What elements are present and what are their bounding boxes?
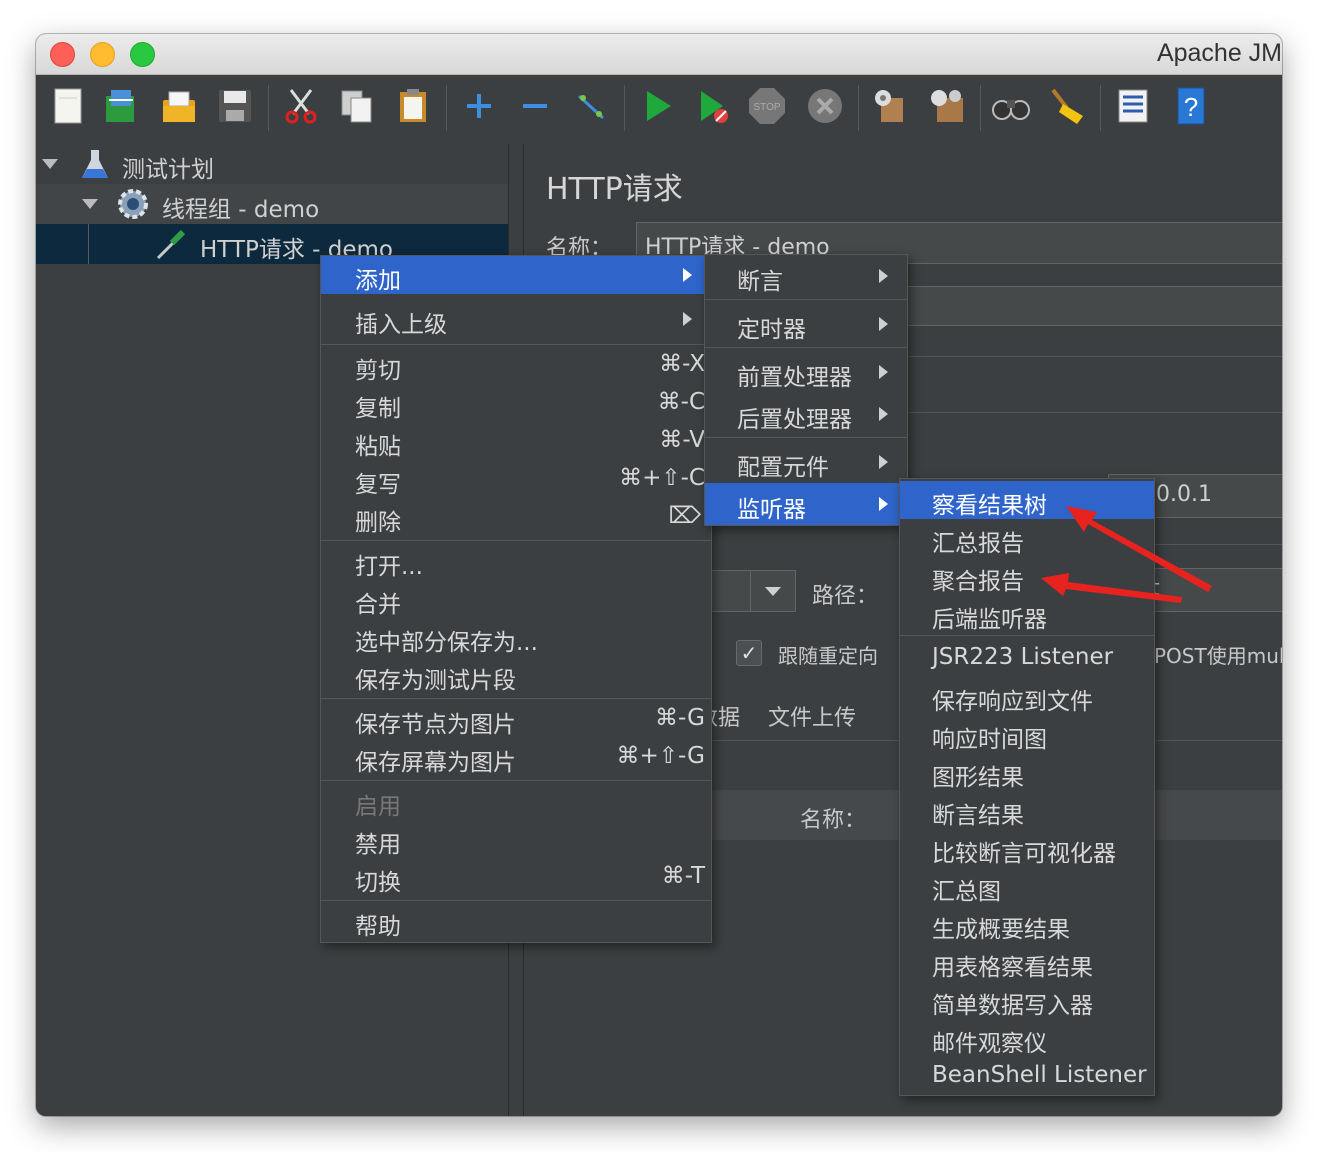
paste-icon[interactable] (392, 85, 434, 127)
menu-item-delete[interactable]: 删除 ⌦ (321, 498, 711, 536)
chevron-right-icon (879, 497, 888, 511)
chevron-right-icon (879, 365, 888, 379)
submenu-item-pre-processors[interactable]: 前置处理器 (705, 353, 907, 391)
listener-item-assertion-results[interactable]: 断言结果 (900, 791, 1154, 829)
open-icon[interactable] (158, 85, 200, 127)
submenu-item-assertions[interactable]: 断言 (705, 257, 907, 295)
menu-item-cut[interactable]: 剪切 ⌘-X (321, 346, 711, 384)
listener-item-simple-data-writer[interactable]: 简单数据写入器 (900, 981, 1154, 1019)
tree-node-test-plan[interactable]: 测试计划 (36, 144, 508, 184)
listener-item-view-results-table[interactable]: 用表格察看结果 (900, 943, 1154, 981)
chevron-right-icon (683, 268, 692, 282)
menu-item-duplicate[interactable]: 复写 ⌘+⇧-C (321, 460, 711, 498)
search-icon[interactable] (990, 85, 1032, 127)
panel-title: HTTP请求 (546, 172, 683, 207)
collapse-icon[interactable] (514, 85, 556, 127)
menu-item-paste[interactable]: 粘贴 ⌘-V (321, 422, 711, 460)
gear-icon (116, 187, 150, 221)
tree-node-thread-group[interactable]: 线程组 - demo (36, 184, 508, 224)
new-icon[interactable] (48, 85, 90, 127)
function-helper-icon[interactable] (1112, 85, 1154, 127)
submenu-item-post-processors[interactable]: 后置处理器 (705, 395, 907, 433)
stop-icon[interactable]: STOP (746, 85, 788, 127)
listener-item-graph-results[interactable]: 图形结果 (900, 753, 1154, 791)
window-title: Apache JM (1156, 39, 1282, 67)
path-label: 路径： (812, 584, 879, 609)
listener-item-summary-report[interactable]: 汇总报告 (900, 519, 1154, 557)
listener-item-aggregate-report[interactable]: 聚合报告 (900, 557, 1154, 595)
flask-icon (78, 147, 112, 181)
context-menu: 添加 插入上级 剪切 ⌘-X 复制 ⌘-C 粘贴 ⌘-V 复写 ⌘+⇧-C 删除 ⌦ 打开… (320, 255, 712, 943)
tab-file-upload[interactable]: 文件上传 (768, 700, 856, 732)
menu-item-disable[interactable]: 禁用 (321, 820, 711, 858)
listener-item-view-results-tree[interactable]: 察看结果树 (900, 481, 1154, 519)
menu-item-enable: 启用 (355, 794, 401, 820)
help-icon[interactable]: ? (1170, 85, 1212, 127)
svg-text:?: ? (1184, 92, 1198, 122)
menu-item-save-as-test-fragment[interactable]: 保存为测试片段 (321, 656, 711, 694)
copy-icon[interactable] (336, 85, 378, 127)
submenu-item-listeners[interactable]: 监听器 (705, 483, 907, 525)
title-bar: Apache JM (36, 34, 1282, 75)
menu-item-insert-parent[interactable]: 插入上级 (321, 300, 711, 338)
start-no-pause-icon[interactable] (692, 85, 734, 127)
templates-icon[interactable] (100, 85, 142, 127)
add-submenu: 断言 定时器 前置处理器 后置处理器 配置元件 监听器 (704, 254, 908, 526)
menu-item-save-selection-as[interactable]: 选中部分保存为... (321, 618, 711, 656)
menu-item-copy[interactable]: 复制 ⌘-C (321, 384, 711, 422)
toggle-icon[interactable] (570, 85, 612, 127)
listener-item-mailer-visualizer[interactable]: 邮件观察仪 (900, 1019, 1154, 1057)
post-multipart-label: POST使用mult (1154, 644, 1282, 668)
pipette-icon (154, 227, 188, 261)
menu-item-help[interactable]: 帮助 (321, 902, 711, 940)
chevron-down-icon[interactable] (750, 571, 795, 611)
menu-item-add[interactable]: 添加 (321, 256, 711, 294)
expand-triangle-icon[interactable] (82, 199, 98, 209)
chevron-right-icon (879, 407, 888, 421)
chevron-right-icon (683, 312, 692, 326)
maximize-window-button[interactable] (130, 42, 155, 67)
minimize-window-button[interactable] (90, 42, 115, 67)
start-icon[interactable] (636, 85, 678, 127)
svg-text:STOP: STOP (753, 102, 780, 113)
listener-item-jsr223[interactable]: JSR223 Listener (900, 639, 1154, 677)
listener-item-backend-listener[interactable]: 后端监听器 (900, 595, 1154, 633)
reset-search-icon[interactable] (1046, 85, 1088, 127)
follow-redirect-label: 跟随重定向 (778, 644, 878, 668)
menu-item-save-screen-as-image[interactable]: 保存屏幕为图片 ⌘+⇧-G (321, 738, 711, 776)
cut-icon[interactable] (280, 85, 322, 127)
chevron-right-icon (879, 317, 888, 331)
expand-icon[interactable] (458, 85, 500, 127)
close-window-button[interactable] (50, 42, 75, 67)
save-icon[interactable] (214, 85, 256, 127)
server-ip-value: .0.0.1 (1149, 482, 1212, 507)
toolbar: STOP ? (36, 75, 1282, 143)
listener-item-response-time-graph[interactable]: 响应时间图 (900, 715, 1154, 753)
parameter-name-header: 名称： (800, 808, 867, 833)
chevron-right-icon (879, 455, 888, 469)
expand-triangle-icon[interactable] (42, 159, 58, 169)
menu-item-save-node-as-image[interactable]: 保存节点为图片 ⌘-G (321, 700, 711, 738)
tree-label-thread-group: 线程组 - demo (162, 197, 320, 223)
submenu-item-config-elements[interactable]: 配置元件 (705, 443, 907, 481)
menu-item-open[interactable]: 打开... (321, 542, 711, 580)
listener-submenu: 察看结果树 汇总报告 聚合报告 后端监听器 JSR223 Listener 保存… (899, 478, 1155, 1096)
listener-item-aggregate-graph[interactable]: 汇总图 (900, 867, 1154, 905)
listener-item-save-responses[interactable]: 保存响应到文件 (900, 677, 1154, 715)
menu-item-merge[interactable]: 合并 (321, 580, 711, 618)
clear-all-icon[interactable] (926, 85, 968, 127)
chevron-right-icon (879, 269, 888, 283)
tree-label-test-plan: 测试计划 (122, 157, 214, 183)
shutdown-icon[interactable] (804, 85, 846, 127)
clear-icon[interactable] (868, 85, 910, 127)
listener-item-beanshell-listener[interactable]: BeanShell Listener (900, 1057, 1154, 1095)
menu-item-toggle[interactable]: 切换 ⌘-T (321, 858, 711, 896)
listener-item-generate-summary[interactable]: 生成概要结果 (900, 905, 1154, 943)
submenu-item-timers[interactable]: 定时器 (705, 305, 907, 343)
listener-item-comparison-assertion-visualizer[interactable]: 比较断言可视化器 (900, 829, 1154, 867)
follow-redirect-checkbox[interactable]: ✓ (736, 640, 762, 666)
